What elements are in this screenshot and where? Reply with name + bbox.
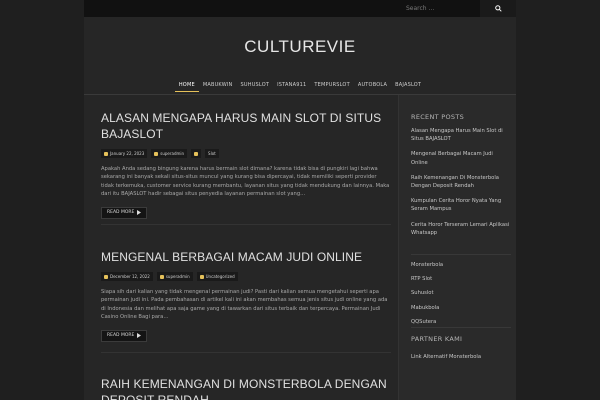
post-3: RAIH KEMENANGAN DI MONSTERBOLA DENGAN DE… (101, 376, 391, 400)
main-nav: HOME MABUKWIN SUHUSLOT ISTANA911 TEMPURS… (84, 80, 516, 92)
calendar-icon (104, 274, 108, 279)
post-author[interactable]: superadmin (151, 149, 188, 158)
page-container: CULTUREVIE HOME MABUKWIN SUHUSLOT ISTANA… (84, 0, 516, 400)
user-icon (154, 151, 159, 156)
links-widget: Monsterbola RTP Slot Suhuslot Mabukbola … (411, 261, 511, 332)
recent-post-link[interactable]: Cerita Horor Terseram Lemari Aplikasi Wh… (411, 221, 511, 237)
nav-item-autobola[interactable]: AUTOBOLA (354, 80, 391, 92)
post-title[interactable]: MENGENAL BERBAGAI MACAM JUDI ONLINE (101, 249, 391, 265)
sidebar-link[interactable]: QQSutera (411, 318, 511, 326)
post-date-text: December 12, 2022 (110, 274, 150, 279)
sidebar-divider (411, 254, 511, 255)
read-more-button[interactable]: READ MORE (101, 329, 148, 342)
search-button[interactable] (480, 0, 516, 17)
tag-icon (194, 151, 199, 156)
post-divider (101, 352, 391, 353)
recent-post-link[interactable]: Mengenal Berbagai Macam Judi Online (411, 150, 511, 166)
post-2: MENGENAL BERBAGAI MACAM JUDI ONLINE Dece… (101, 249, 391, 342)
post-category-text: Slot (208, 151, 216, 156)
partner-link[interactable]: Link Alternatif Monsterbola (411, 353, 511, 361)
nav-item-home[interactable]: HOME (174, 80, 199, 92)
tag-icon (199, 274, 204, 279)
post-date[interactable]: January 22, 2023 (101, 149, 148, 158)
arrow-right-icon (137, 333, 142, 339)
post-category[interactable]: Slot (205, 149, 219, 158)
sidebar-link[interactable]: Mabukbola (411, 304, 511, 312)
nav-item-istana911[interactable]: ISTANA911 (273, 80, 310, 92)
recent-post-link[interactable]: Raih Kemenangan Di Monsterbola Dengan De… (411, 174, 511, 190)
post-excerpt: Siapa sih dari kalian yang tidak mengena… (101, 289, 388, 320)
arrow-right-icon (137, 210, 142, 216)
read-more-button[interactable]: READ MORE (101, 206, 148, 219)
post-meta: January 22, 2023 superadmin Slot (101, 149, 391, 158)
post-meta: December 12, 2022 superadmin Uncategoriz… (101, 272, 391, 281)
nav-item-bajaslot[interactable]: BAJASLOT (391, 80, 425, 92)
site-title[interactable]: CULTUREVIE (84, 37, 516, 57)
post-1: ALASAN MENGAPA HARUS MAIN SLOT DI SITUS … (101, 110, 391, 219)
post-excerpt: Apakah Anda sedang bingung karena harus … (101, 166, 390, 197)
recent-posts-widget: RECENT POSTS Alasan Mengapa Harus Main S… (411, 113, 511, 244)
post-title[interactable]: ALASAN MENGAPA HARUS MAIN SLOT DI SITUS … (101, 110, 391, 142)
post-category-text: Uncategorized (205, 274, 235, 279)
search-input[interactable] (402, 2, 479, 15)
recent-post-link[interactable]: Alasan Mengapa Harus Main Slot di Situs … (411, 127, 511, 143)
search-icon (494, 5, 502, 12)
read-more-label: READ MORE (107, 210, 135, 216)
post-author-text: superadmin (160, 151, 185, 156)
partner-widget: PARTNER KAMI Link Alternatif Monsterbola (411, 335, 511, 368)
calendar-icon (104, 151, 108, 156)
nav-item-tempurslot[interactable]: TEMPURSLOT (310, 80, 353, 92)
post-tag (191, 149, 202, 158)
post-author-text: superadmin (165, 274, 190, 279)
read-more-label: READ MORE (107, 333, 135, 339)
sidebar-link[interactable]: Suhuslot (411, 289, 511, 297)
post-author[interactable]: superadmin (156, 272, 193, 281)
recent-posts-title: RECENT POSTS (411, 113, 465, 121)
post-date[interactable]: December 12, 2022 (101, 272, 153, 281)
nav-item-mabukwin[interactable]: MABUKWIN (199, 80, 237, 92)
sidebar: RECENT POSTS Alasan Mengapa Harus Main S… (398, 95, 516, 400)
sidebar-divider (411, 327, 511, 328)
post-category[interactable]: Uncategorized (196, 272, 238, 281)
sidebar-link[interactable]: RTP Slot (411, 275, 511, 283)
user-icon (159, 274, 164, 279)
top-bar (84, 0, 516, 17)
sidebar-link[interactable]: Monsterbola (411, 261, 511, 269)
post-divider (101, 224, 391, 225)
recent-post-link[interactable]: Kumpulan Cerita Horor Nyata Yang Seram M… (411, 197, 511, 213)
post-date-text: January 22, 2023 (110, 151, 145, 156)
nav-item-suhuslot[interactable]: SUHUSLOT (237, 80, 274, 92)
main-content: ALASAN MENGAPA HARUS MAIN SLOT DI SITUS … (84, 95, 398, 400)
post-title[interactable]: RAIH KEMENANGAN DI MONSTERBOLA DENGAN DE… (101, 376, 391, 400)
partner-title: PARTNER KAMI (411, 335, 463, 343)
